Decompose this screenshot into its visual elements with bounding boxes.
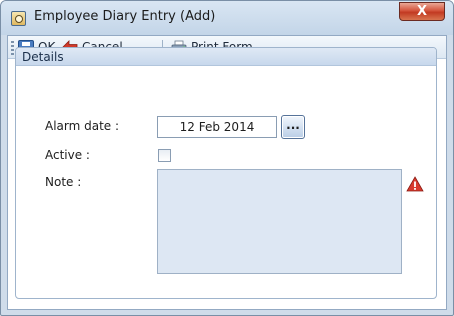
active-label: Active : <box>45 148 90 162</box>
title-bar[interactable]: Employee Diary Entry (Add) X <box>1 1 453 35</box>
diary-icon <box>11 11 26 26</box>
details-title: Details <box>22 50 64 64</box>
employee-diary-window: Employee Diary Entry (Add) X OK Cancel <box>0 0 454 316</box>
alarm-date-label: Alarm date : <box>45 119 120 133</box>
warning-icon <box>406 176 424 192</box>
alarm-date-field[interactable] <box>157 116 277 138</box>
note-label: Note : <box>45 175 82 189</box>
window-title: Employee Diary Entry (Add) <box>34 9 216 24</box>
details-header: Details <box>16 48 436 66</box>
close-button[interactable]: X <box>399 2 445 21</box>
note-field[interactable] <box>157 169 402 274</box>
toolbar-grip[interactable] <box>11 41 14 55</box>
active-checkbox[interactable] <box>158 149 171 162</box>
date-picker-button[interactable]: ... <box>281 115 305 139</box>
